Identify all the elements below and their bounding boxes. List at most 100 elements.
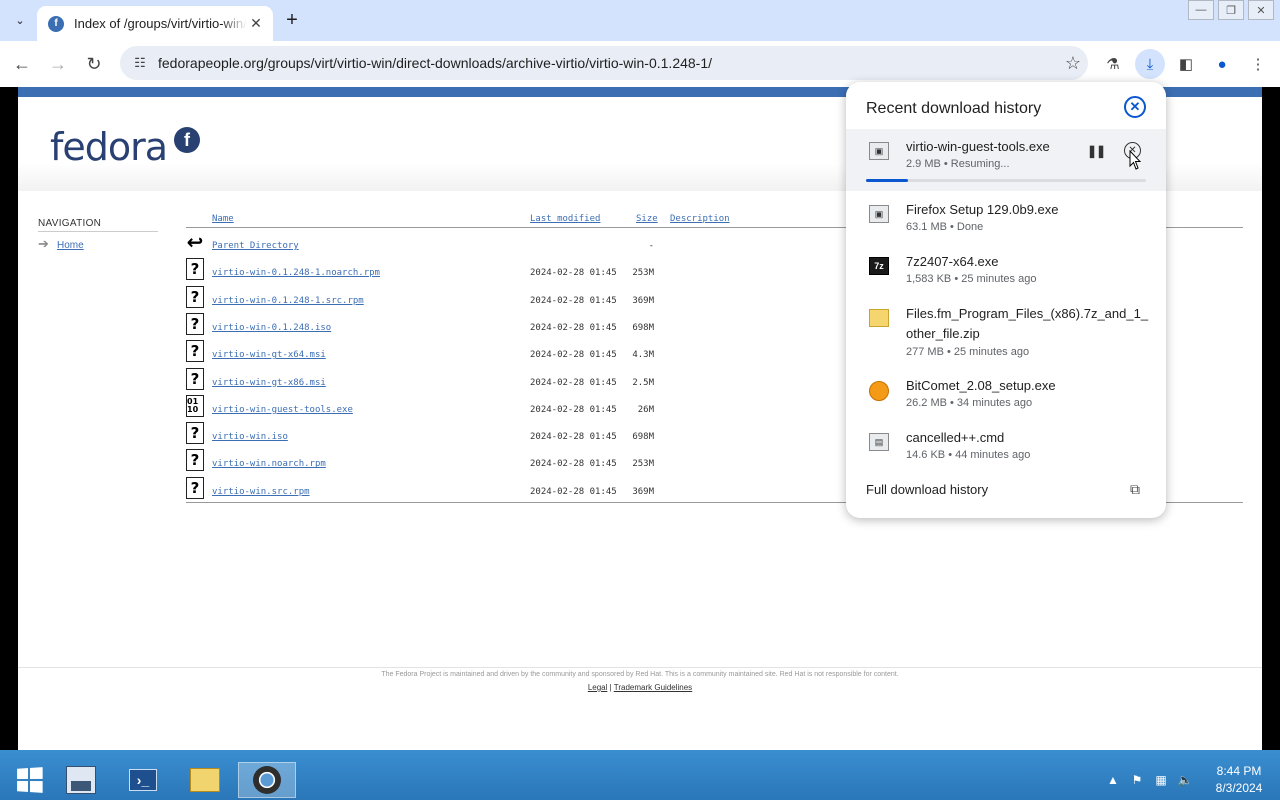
file-link[interactable]: virtio-win-guest-tools.exe bbox=[212, 405, 353, 415]
taskbar-file-explorer[interactable] bbox=[176, 762, 234, 798]
restore-button[interactable]: ❐ bbox=[1218, 0, 1244, 20]
download-filename: BitComet_2.08_setup.exe bbox=[906, 378, 1056, 393]
bookmark-star-icon[interactable]: ☆ bbox=[1058, 53, 1088, 74]
taskbar-chrome[interactable] bbox=[238, 762, 296, 798]
table-row: 01 10 virtio-win-guest-tools.exe 2024-02-2… bbox=[186, 394, 886, 422]
clock-time: 8:44 PM bbox=[1216, 764, 1262, 778]
file-link[interactable]: virtio-win.src.rpm bbox=[212, 487, 310, 497]
table-row: ? virtio-win.noarch.rpm 2024-02-28 01:45 25… bbox=[186, 449, 886, 476]
file-size: 26M bbox=[637, 404, 654, 415]
parent-directory-icon: ↩ bbox=[186, 230, 204, 254]
file-link[interactable]: virtio-win.noarch.rpm bbox=[212, 459, 326, 469]
download-item[interactable]: BitComet_2.08_setup.exe 26.2 MB • 34 min… bbox=[846, 368, 1166, 420]
tab-title: Index of /groups/virt/virtio-win/direct-… bbox=[74, 16, 247, 31]
clock[interactable]: 8:44 PM 8/3/2024 bbox=[1198, 763, 1280, 797]
download-filename: 7z2407-x64.exe bbox=[906, 254, 999, 269]
file-date: 2024-02-28 01:45 bbox=[530, 322, 617, 333]
downloads-close-icon[interactable]: ✕ bbox=[1124, 96, 1146, 118]
exe-file-icon: ▣ bbox=[869, 142, 889, 160]
fedora-logo[interactable]: fedora bbox=[50, 125, 168, 169]
download-item[interactable]: 7z 7z2407-x64.exe 1,583 KB • 25 minutes … bbox=[846, 244, 1166, 296]
footer-separator: | bbox=[609, 683, 612, 692]
start-button[interactable] bbox=[0, 762, 58, 798]
file-link[interactable]: virtio-win-0.1.248-1.src.rpm bbox=[212, 296, 364, 306]
url-text[interactable]: fedorapeople.org/groups/virt/virtio-win/… bbox=[158, 55, 1058, 71]
footer-text: The Fedora Project is maintained and dri… bbox=[381, 671, 899, 678]
reload-button[interactable]: ↻ bbox=[80, 50, 108, 78]
arrow-left-icon: ← bbox=[13, 53, 31, 74]
address-bar[interactable]: ☷ fedorapeople.org/groups/virt/virtio-wi… bbox=[120, 46, 1088, 80]
site-info-icon[interactable]: ☷ bbox=[130, 55, 150, 71]
open-external-icon[interactable]: ⧉ bbox=[1127, 481, 1143, 497]
mouse-cursor-icon bbox=[1129, 150, 1141, 170]
chevron-down-icon: ⌄ bbox=[15, 14, 25, 27]
download-progress-bar bbox=[866, 179, 1146, 182]
full-download-history-link[interactable]: Full download history bbox=[866, 482, 988, 497]
footer-trademark-link[interactable]: Trademark Guidelines bbox=[614, 683, 692, 692]
bitcomet-icon bbox=[869, 381, 889, 401]
back-button[interactable]: ← bbox=[8, 50, 36, 78]
file-date: 2024-02-28 01:45 bbox=[530, 377, 617, 388]
nav-home-link[interactable]: Home bbox=[57, 240, 84, 251]
windows-logo-icon bbox=[17, 767, 43, 793]
exe-file-icon: ▣ bbox=[869, 205, 889, 223]
table-row: ↩ Parent Directory - bbox=[186, 230, 886, 258]
file-size: 253M bbox=[632, 459, 654, 470]
forward-button[interactable]: → bbox=[44, 50, 72, 78]
pause-icon[interactable]: ❚❚ bbox=[1087, 143, 1106, 159]
network-icon[interactable]: ▦ bbox=[1150, 769, 1172, 791]
minimize-button[interactable]: — bbox=[1188, 0, 1214, 20]
action-center-flag-icon[interactable]: ⚑ bbox=[1126, 769, 1148, 791]
7zip-icon: 7z bbox=[869, 257, 889, 275]
file-link[interactable]: virtio-win-gt-x64.msi bbox=[212, 350, 326, 360]
unknown-file-icon: ? bbox=[186, 340, 204, 363]
column-modified-header[interactable]: Last modified bbox=[530, 214, 600, 224]
side-panel-icon[interactable]: ◧ bbox=[1171, 49, 1201, 79]
show-hidden-icons-icon[interactable]: ▲ bbox=[1102, 769, 1124, 791]
speaker-muted-icon[interactable]: 🔈 bbox=[1174, 769, 1196, 791]
file-size: - bbox=[648, 241, 654, 251]
download-item[interactable]: ▤ cancelled++.cmd 14.6 KB • 44 minutes a… bbox=[846, 420, 1166, 472]
column-description-header[interactable]: Description bbox=[670, 214, 730, 224]
taskbar-server-manager[interactable] bbox=[52, 762, 110, 798]
download-status: 63.1 MB • Done bbox=[906, 221, 984, 233]
download-status: 1,583 KB • 25 minutes ago bbox=[906, 273, 1037, 285]
binary-file-icon: 01 10 bbox=[186, 394, 204, 417]
profile-avatar-icon[interactable]: ● bbox=[1207, 49, 1237, 79]
cmd-file-icon: ▤ bbox=[869, 433, 889, 451]
menu-kebab-icon[interactable]: ⋮ bbox=[1243, 49, 1273, 79]
download-filename: Firefox Setup 129.0b9.exe bbox=[906, 202, 1059, 217]
file-size: 253M bbox=[632, 268, 654, 279]
download-item[interactable]: ▣ Firefox Setup 129.0b9.exe 63.1 MB • Do… bbox=[846, 192, 1166, 244]
download-item[interactable]: Files.fm_Program_Files_(x86).7z_and_1_ot… bbox=[846, 296, 1166, 368]
table-row: ? virtio-win-0.1.248-1.src.rpm 2024-02-28 … bbox=[186, 285, 886, 313]
file-link[interactable]: virtio-win-0.1.248-1.noarch.rpm bbox=[212, 268, 380, 278]
column-size-header[interactable]: Size bbox=[636, 214, 658, 224]
new-tab-button[interactable]: + bbox=[282, 9, 302, 31]
downloads-icon[interactable]: ⤓ bbox=[1135, 49, 1165, 79]
column-name-header[interactable]: Name bbox=[212, 214, 234, 224]
downloads-title: Recent download history bbox=[866, 100, 1042, 117]
footer-legal-link[interactable]: Legal bbox=[588, 683, 608, 692]
window-close-button[interactable]: ✕ bbox=[1248, 0, 1274, 20]
fedora-infinity-icon: f bbox=[174, 127, 200, 153]
taskbar-powershell[interactable]: ›_ bbox=[114, 762, 172, 798]
browser-toolbar: ← → ↻ ☷ fedorapeople.org/groups/virt/vir… bbox=[0, 41, 1280, 87]
chrome-icon bbox=[253, 766, 281, 794]
table-row: ? virtio-win-gt-x64.msi 2024-02-28 01:45 4.… bbox=[186, 340, 886, 367]
window-controls: — ❐ ✕ bbox=[1184, 0, 1274, 20]
labs-flask-icon[interactable]: ⚗ bbox=[1098, 49, 1128, 79]
file-link[interactable]: virtio-win-gt-x86.msi bbox=[212, 378, 326, 388]
footer-divider bbox=[18, 667, 1262, 668]
windows-taskbar: ›_ ▲ ⚑ ▦ 🔈 8:44 PM 8/3/2024 bbox=[0, 750, 1280, 800]
tab-close-icon[interactable]: ✕ bbox=[247, 15, 265, 33]
file-link[interactable]: virtio-win.iso bbox=[212, 432, 288, 442]
tab-search-button[interactable]: ⌄ bbox=[8, 8, 32, 32]
file-link[interactable]: Parent Directory bbox=[212, 241, 299, 251]
file-link[interactable]: virtio-win-0.1.248.iso bbox=[212, 323, 331, 333]
download-item[interactable]: ▣ virtio-win-guest-tools.exe 2.9 MB • Re… bbox=[846, 129, 1166, 191]
download-filename: Files.fm_Program_Files_(x86).7z_and_1_ot… bbox=[906, 306, 1149, 341]
table-row: ? virtio-win.src.rpm 2024-02-28 01:45 369M bbox=[186, 476, 886, 504]
tab-active[interactable]: f Index of /groups/virt/virtio-win/direc… bbox=[37, 6, 273, 41]
navigation-heading: NAVIGATION bbox=[38, 218, 102, 229]
